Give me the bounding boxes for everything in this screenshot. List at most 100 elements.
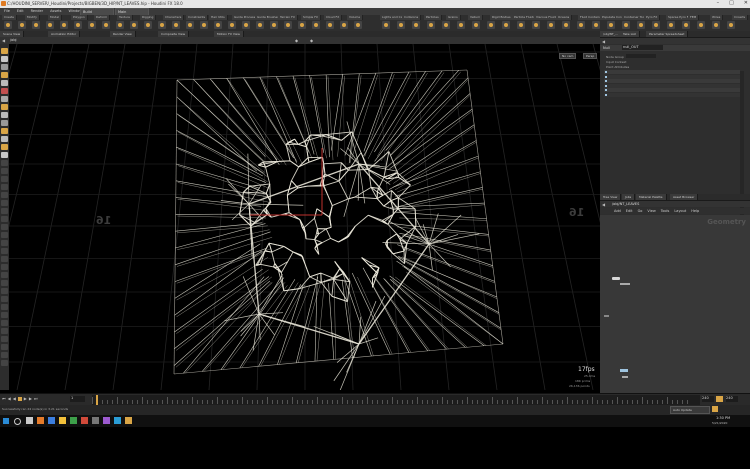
shelf-tool-icon[interactable] <box>532 21 540 29</box>
param-back-icon[interactable]: ◀ <box>602 39 605 44</box>
shelf-tool-icon[interactable] <box>270 21 278 29</box>
menu-edit[interactable]: Edit <box>17 9 24 13</box>
param-row[interactable] <box>604 88 740 92</box>
shelf-tab[interactable]: Grains <box>446 15 461 20</box>
windows-start-icon[interactable] <box>3 418 9 424</box>
shelf-tool-icon[interactable] <box>186 21 194 29</box>
shelf-tool-icon[interactable] <box>472 21 480 29</box>
back-icon[interactable]: ◀ <box>2 38 5 43</box>
shelf-tab[interactable]: Cloud FX <box>324 15 343 20</box>
shelf-tool-icon[interactable] <box>697 21 705 29</box>
tab-material-palette[interactable]: Material Palette <box>636 194 667 200</box>
shelf-tab[interactable]: Crowds <box>732 15 749 20</box>
viewport-tool-icon[interactable] <box>1 112 8 118</box>
param-row[interactable] <box>604 79 740 83</box>
shelf-tool-icon[interactable] <box>284 21 292 29</box>
taskbar-app-icon[interactable] <box>37 417 44 424</box>
shelf-tool-icon[interactable] <box>577 21 585 29</box>
network-back-icon[interactable]: ◀ <box>602 202 605 207</box>
viewport-tool-icon[interactable] <box>1 312 8 318</box>
shelf-tab[interactable]: Texture <box>117 15 133 20</box>
viewport-tool-icon[interactable] <box>1 104 8 110</box>
shelf-tool-icon[interactable] <box>517 21 525 29</box>
shelf-tool-icon[interactable] <box>130 21 138 29</box>
shelf-tool-icon[interactable] <box>200 21 208 29</box>
viewport-tool-icon[interactable] <box>1 128 8 134</box>
shelf-tool-icon[interactable] <box>682 21 690 29</box>
shelf-tool-icon[interactable] <box>102 21 110 29</box>
param-row[interactable] <box>604 70 740 74</box>
viewport-tool-icon[interactable] <box>1 120 8 126</box>
viewport-tool-icon[interactable] <box>1 264 8 270</box>
shelf-tab[interactable]: Polygon <box>71 15 88 20</box>
checkbox-icon[interactable] <box>605 71 607 73</box>
viewport-tool-icon[interactable] <box>1 272 8 278</box>
shelf-tab[interactable]: Terrain FX <box>278 15 298 20</box>
jump-end-icon[interactable]: ⏭ <box>34 396 38 401</box>
viewport-tool-icon[interactable] <box>1 304 8 310</box>
shelf-tab[interactable]: Simple FX <box>301 15 321 20</box>
viewport-tool-icon[interactable] <box>1 232 8 238</box>
shelf-tab[interactable]: Pyro FX <box>644 15 661 20</box>
close-icon[interactable]: ✕ <box>744 0 748 6</box>
taskbar-app-icon[interactable] <box>81 417 88 424</box>
tab-jobs[interactable]: Jobs <box>622 194 636 200</box>
shelf-tab[interactable]: Oceans <box>556 15 573 20</box>
shelf-tool-icon[interactable] <box>487 21 495 29</box>
shelf-tool-icon[interactable] <box>298 21 306 29</box>
taskbar-app-icon[interactable] <box>59 417 66 424</box>
shelf-tool-icon[interactable] <box>667 21 675 29</box>
tab-parameter-spreadsheet[interactable]: Parameter Spreadsheet <box>646 31 689 37</box>
shelf-tool-icon[interactable] <box>4 21 12 29</box>
auto-update-select[interactable]: Auto Update <box>670 406 710 414</box>
viewport-tool-icon[interactable] <box>1 208 8 214</box>
checkbox-icon[interactable] <box>605 84 607 87</box>
shelf-tab[interactable]: FEM <box>688 15 700 20</box>
shelf-tab[interactable]: Model <box>48 15 63 20</box>
taskbar-app-icon[interactable] <box>70 417 77 424</box>
menu-render[interactable]: Render <box>31 9 43 13</box>
viewport-tool-icon[interactable] <box>1 144 8 150</box>
playhead[interactable] <box>96 395 98 405</box>
shelf-tool-icon[interactable] <box>88 21 96 29</box>
viewport-tool-icon[interactable] <box>1 320 8 326</box>
jump-start-icon[interactable]: ⏮ <box>2 396 6 401</box>
maximize-icon[interactable]: □ <box>729 0 734 6</box>
param-node-group-field[interactable] <box>626 54 656 58</box>
viewport-tool-icon[interactable] <box>1 352 8 358</box>
network-node[interactable] <box>620 283 630 285</box>
viewport-tool-icon[interactable] <box>1 160 8 166</box>
menu-assets[interactable]: Assets <box>50 9 61 13</box>
taskbar-app-icon[interactable] <box>125 417 132 424</box>
shelf-tool-icon[interactable] <box>427 21 435 29</box>
network-node[interactable] <box>622 376 628 378</box>
shelf-tool-icon[interactable] <box>592 21 600 29</box>
network-editor[interactable]: Geometry <box>600 215 750 393</box>
viewport-tool-icon[interactable] <box>1 256 8 262</box>
shelf-tab[interactable]: Modify <box>25 15 40 20</box>
viewport-tool-icon[interactable] <box>1 80 8 86</box>
realtime-toggle-icon[interactable] <box>716 396 723 402</box>
camera-menu[interactable]: No cam <box>559 53 577 59</box>
shelf-tool-icon[interactable] <box>340 21 348 29</box>
network-menu-add[interactable]: Add <box>614 208 621 214</box>
shelf-tool-icon[interactable] <box>562 21 570 29</box>
shelf-tool-icon[interactable] <box>326 21 334 29</box>
network-node[interactable] <box>604 315 609 317</box>
viewport-tool-icon[interactable] <box>1 88 8 94</box>
param-scrollbar[interactable] <box>740 71 744 231</box>
viewport-tool-icon[interactable] <box>1 184 8 190</box>
shelf-tab[interactable]: Particles <box>424 15 442 20</box>
shelf-tool-icon[interactable] <box>397 21 405 29</box>
shelf-tab[interactable]: Deform <box>94 15 111 20</box>
step-forward-icon[interactable]: ▶ <box>29 396 32 401</box>
shelf-tool-icon[interactable] <box>607 21 615 29</box>
shelf-tool-icon[interactable] <box>60 21 68 29</box>
viewport-tool-icon[interactable] <box>1 168 8 174</box>
tab-tree-view[interactable]: Tree View <box>600 194 622 200</box>
viewport-tool-icon[interactable] <box>1 336 8 342</box>
shelf-tool-icon[interactable] <box>172 21 180 29</box>
shelf-tool-icon[interactable] <box>652 21 660 29</box>
search-icon[interactable] <box>14 418 21 425</box>
checkbox-icon[interactable] <box>605 93 607 96</box>
